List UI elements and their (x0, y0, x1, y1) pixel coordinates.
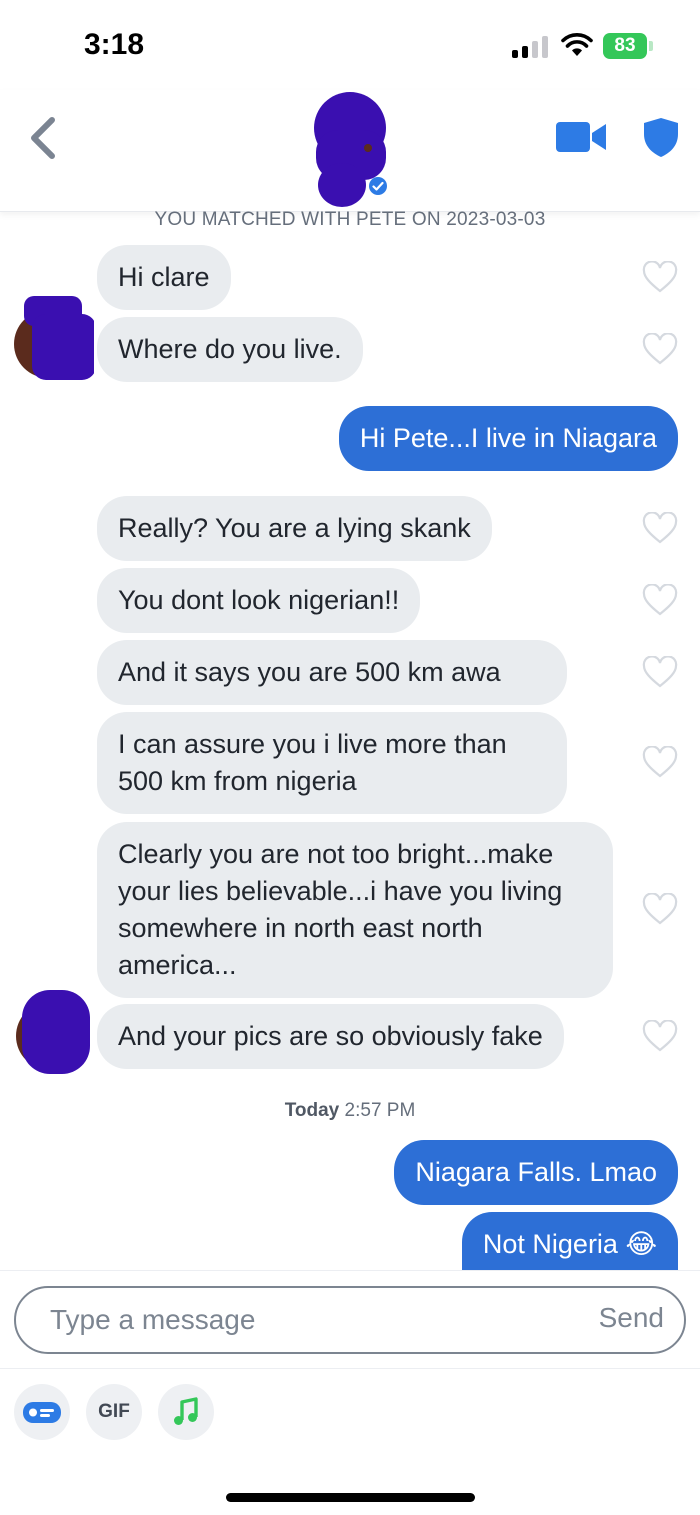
shield-icon[interactable] (642, 116, 680, 158)
video-camera-icon[interactable] (556, 120, 608, 154)
chevron-left-icon[interactable] (22, 114, 62, 162)
message-incoming[interactable]: And it says you are 500 km awa (97, 640, 567, 705)
message-input[interactable] (50, 1300, 550, 1340)
battery-level: 83 (603, 33, 647, 59)
message-incoming[interactable]: I can assure you i live more than 500 km… (97, 712, 567, 814)
sender-avatar[interactable] (12, 990, 94, 1074)
day-separator: Today 2:57 PM (0, 1100, 700, 1122)
heart-icon[interactable] (642, 1020, 678, 1052)
message-incoming[interactable]: Where do you live. (97, 317, 363, 382)
battery-cap (649, 41, 653, 51)
sticker-card-icon (23, 1402, 61, 1423)
message-incoming[interactable]: Clearly you are not too bright...make yo… (97, 822, 613, 998)
message-outgoing[interactable]: Not Nigeria 😂 (461, 1212, 678, 1272)
music-note-icon (174, 1397, 198, 1425)
heart-icon[interactable] (642, 893, 678, 925)
cellular-signal-icon (512, 36, 548, 58)
message-outgoing[interactable]: Niagara Falls. Lmao (394, 1140, 678, 1205)
message-incoming[interactable]: And your pics are so obviously fake (97, 1004, 564, 1069)
heart-icon[interactable] (642, 656, 678, 688)
message-composer: Send GIF (0, 1270, 700, 1515)
composer-divider (0, 1368, 700, 1369)
message-input-container: Send (14, 1286, 686, 1354)
heart-icon[interactable] (642, 333, 678, 365)
gif-button[interactable]: GIF (86, 1384, 142, 1440)
music-button[interactable] (158, 1384, 214, 1440)
status-bar: 3:18 83 (0, 0, 700, 90)
verified-badge-icon (369, 177, 387, 195)
day-separator-day: Today (284, 1100, 340, 1121)
message-outgoing[interactable]: Hi Pete...I live in Niagara (338, 406, 678, 471)
gif-label: GIF (98, 1401, 130, 1422)
heart-icon[interactable] (642, 261, 678, 293)
day-separator-time: 2:57 PM (344, 1100, 416, 1121)
sender-avatar[interactable] (12, 296, 94, 380)
chat-header (0, 90, 700, 212)
send-button[interactable]: Send (599, 1302, 664, 1334)
heart-icon[interactable] (642, 746, 678, 778)
message-incoming[interactable]: Hi clare (97, 245, 231, 310)
sticker-button[interactable] (14, 1384, 70, 1440)
message-incoming[interactable]: You dont look nigerian!! (97, 568, 421, 633)
heart-icon[interactable] (642, 584, 678, 616)
wifi-icon (561, 33, 593, 56)
message-incoming[interactable]: Really? You are a lying skank (97, 496, 492, 561)
heart-icon[interactable] (642, 512, 678, 544)
home-indicator (226, 1493, 475, 1502)
match-date-note: YOU MATCHED WITH PETE ON 2023-03-03 (154, 209, 546, 230)
status-time: 3:18 (84, 28, 145, 61)
